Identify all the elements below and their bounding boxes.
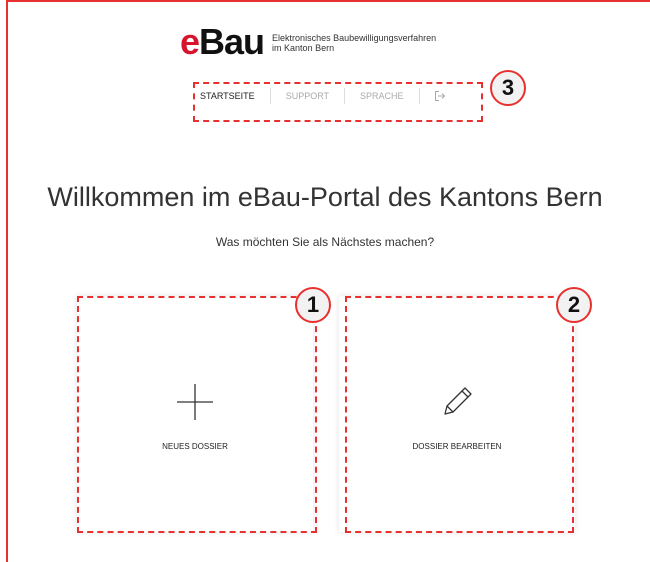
annotation-badge-1: 1 [295, 287, 331, 323]
annotation-badge-2: 2 [556, 287, 592, 323]
logo-wordmark: eBau [180, 21, 265, 62]
annotation-box-1 [77, 296, 317, 533]
frame-border-left [6, 0, 8, 562]
logo-subtitle-line2: im Kanton Bern [272, 43, 335, 53]
logo-e: e [180, 21, 200, 62]
annotation-badge-3: 3 [490, 70, 526, 106]
frame-border-top [6, 0, 650, 2]
page-subtitle: Was möchten Sie als Nächstes machen? [215, 235, 435, 249]
annotation-box-2 [345, 296, 574, 533]
page-title: Willkommen im eBau-Portal des Kantons Be… [47, 182, 603, 212]
logo-bau: Bau [199, 21, 265, 62]
annotation-box-3 [193, 82, 483, 122]
logo-subtitle-line1: Elektronisches Baubewilligungsverfahren [272, 33, 437, 43]
logo-subtitle: Elektronisches Baubewilligungsverfahren … [272, 33, 436, 53]
ebau-logo[interactable]: eBau Elektronisches Baubewilligungsverfa… [180, 24, 436, 60]
